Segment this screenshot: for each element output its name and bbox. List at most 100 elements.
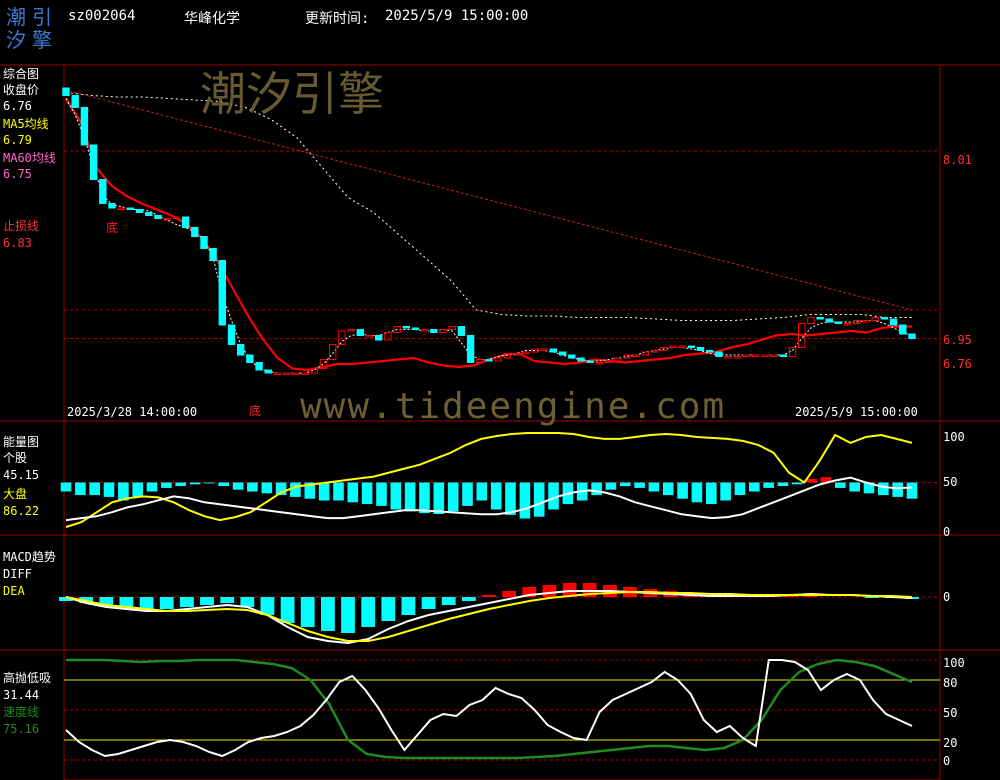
main-tick-6-95: 6.95 bbox=[943, 333, 972, 347]
main-panel-title: 综合图 bbox=[3, 67, 40, 81]
candle bbox=[522, 351, 530, 354]
macd-bar bbox=[159, 597, 174, 609]
candle bbox=[365, 335, 374, 338]
trend-line bbox=[63, 89, 913, 311]
energy-bar bbox=[361, 482, 373, 505]
energy-bar bbox=[648, 482, 660, 492]
macd-dea-label: DEA bbox=[3, 584, 25, 598]
candle bbox=[439, 329, 447, 333]
candle bbox=[135, 209, 144, 213]
energy-bar bbox=[60, 482, 72, 492]
candle bbox=[862, 320, 870, 323]
candle bbox=[126, 207, 135, 210]
macd-bar bbox=[381, 597, 396, 621]
candle bbox=[558, 351, 567, 356]
candle bbox=[843, 323, 852, 326]
candle bbox=[264, 369, 273, 374]
energy-bar bbox=[218, 482, 229, 487]
candle bbox=[595, 362, 604, 365]
energy-bar bbox=[906, 482, 918, 499]
ma60-value: 6.75 bbox=[3, 167, 32, 181]
candle bbox=[742, 354, 751, 357]
energy-bar bbox=[605, 482, 617, 490]
gaopao-tick-20: 20 bbox=[943, 736, 958, 750]
candle bbox=[687, 345, 695, 348]
energy-bar bbox=[261, 482, 273, 494]
candle bbox=[402, 326, 411, 329]
energy-bar bbox=[490, 482, 502, 510]
macd-bar bbox=[139, 597, 154, 609]
candle bbox=[724, 356, 732, 359]
energy-bar bbox=[777, 482, 789, 487]
candle bbox=[494, 357, 502, 362]
candle bbox=[641, 351, 649, 356]
energy-panel-title: 能量图 bbox=[3, 435, 40, 449]
energy-bar bbox=[290, 482, 301, 497]
macd-bar bbox=[361, 597, 376, 627]
macd-bar bbox=[462, 597, 476, 601]
energy-bar bbox=[749, 482, 760, 492]
macd-tick-0: 0 bbox=[943, 590, 951, 604]
macd-bar bbox=[220, 597, 235, 603]
candle bbox=[448, 326, 456, 330]
energy-bar bbox=[247, 482, 258, 492]
candle bbox=[283, 372, 291, 375]
candle bbox=[71, 95, 79, 108]
energy-bar bbox=[806, 478, 817, 483]
watermark-brand: 潮汐引擎 bbox=[200, 67, 384, 121]
main-tick-8-01: 8.01 bbox=[943, 153, 972, 167]
candle bbox=[466, 335, 475, 363]
candle bbox=[301, 372, 309, 375]
candle bbox=[246, 354, 254, 363]
candle bbox=[457, 326, 466, 336]
candle bbox=[191, 227, 199, 237]
energy-bar bbox=[433, 482, 445, 514]
gaopao-tick-100: 100 bbox=[943, 656, 965, 670]
candle bbox=[329, 344, 337, 360]
energy-bar bbox=[619, 482, 631, 487]
energy-bar bbox=[318, 482, 330, 501]
candle bbox=[825, 318, 833, 323]
macd-bar bbox=[502, 591, 517, 597]
energy-bar bbox=[103, 482, 115, 497]
energy-bar bbox=[892, 482, 903, 497]
macd-bar bbox=[240, 597, 255, 607]
energy-bar bbox=[505, 482, 516, 515]
macd-panel-title: MACD趋势 bbox=[3, 550, 56, 564]
candle bbox=[181, 216, 190, 228]
energy-bar bbox=[706, 482, 717, 505]
candle bbox=[117, 207, 125, 210]
energy-bar bbox=[763, 482, 774, 488]
energy-bar bbox=[677, 482, 688, 499]
energy-bar bbox=[591, 482, 602, 496]
macd-bar bbox=[119, 597, 134, 607]
candle bbox=[752, 354, 760, 357]
gaopao-tick-0: 0 bbox=[943, 754, 951, 768]
macd-bar bbox=[482, 595, 496, 597]
energy-bar bbox=[232, 482, 244, 490]
energy-bar bbox=[146, 482, 158, 492]
candle bbox=[586, 360, 594, 363]
candle bbox=[834, 321, 843, 324]
gaopao-line bbox=[65, 659, 913, 758]
bottom-marker-1: 底 bbox=[106, 221, 119, 235]
candle bbox=[411, 327, 420, 330]
main-panel-layer bbox=[62, 87, 940, 375]
candle bbox=[154, 215, 162, 219]
candle bbox=[816, 317, 824, 320]
stop-loss-value: 6.83 bbox=[3, 236, 32, 250]
candle bbox=[476, 359, 484, 363]
energy-bar bbox=[519, 482, 531, 519]
energy-bar bbox=[175, 482, 186, 487]
candle bbox=[108, 203, 116, 209]
candle bbox=[733, 356, 741, 359]
candle bbox=[761, 354, 769, 357]
candle bbox=[880, 317, 889, 320]
energy-bar bbox=[419, 482, 430, 514]
macd-bar bbox=[180, 597, 194, 607]
energy-bar bbox=[390, 482, 402, 510]
macd-bar bbox=[542, 585, 557, 597]
energy-bar bbox=[75, 482, 86, 496]
candle bbox=[706, 350, 714, 353]
candle bbox=[375, 335, 383, 341]
